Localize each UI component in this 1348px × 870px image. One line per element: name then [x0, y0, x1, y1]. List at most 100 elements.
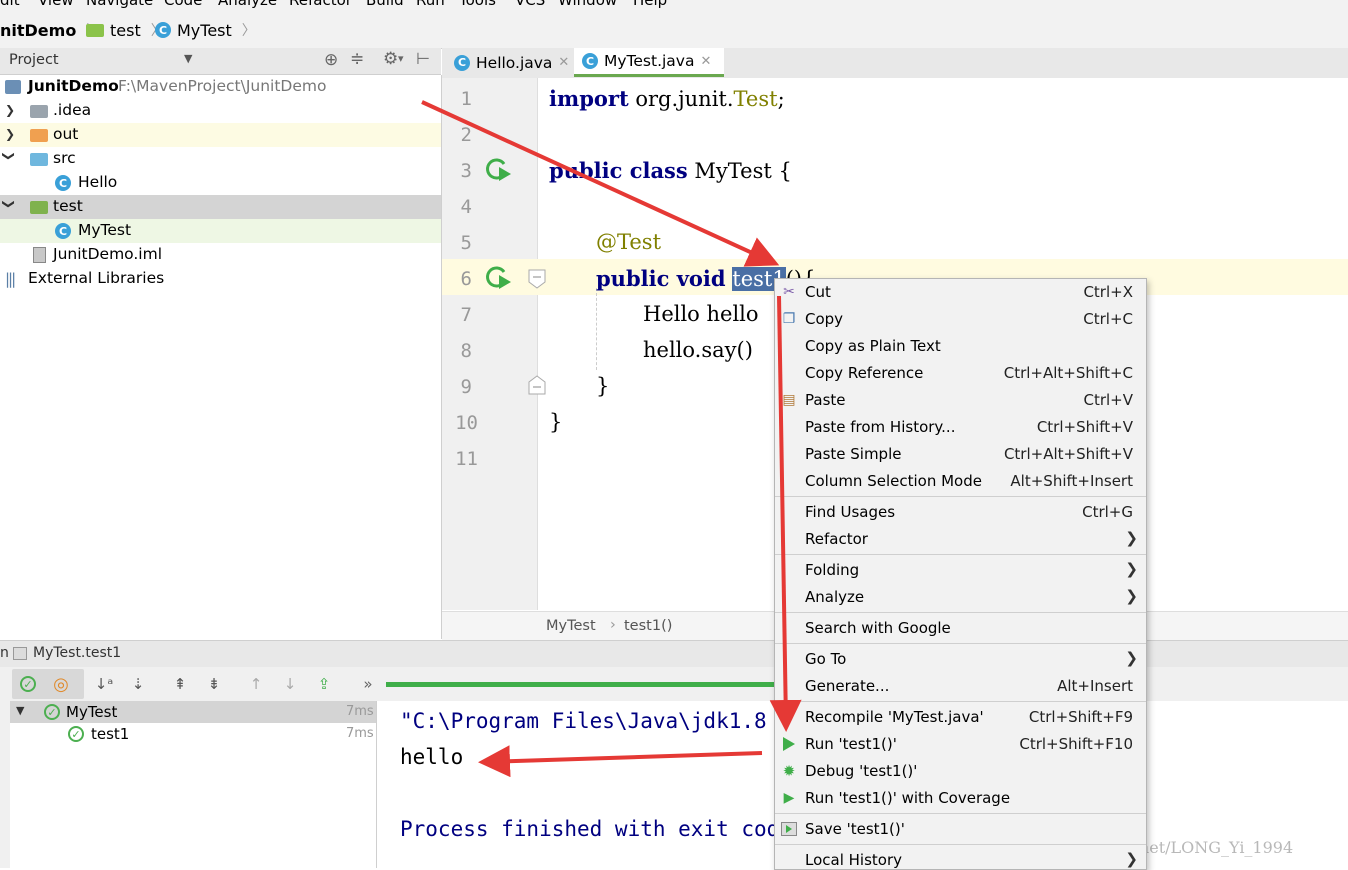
tree-item-out[interactable]: ❯ out [0, 123, 441, 147]
breadcrumb-method[interactable]: test1() [624, 618, 672, 634]
chevron-right-icon: › [610, 617, 616, 633]
expand-all-icon[interactable]: ⇞ [169, 673, 191, 695]
menu-item-shortcut: Ctrl+V [1083, 391, 1133, 409]
menu-item-copy-reference[interactable]: Copy Reference Ctrl+Alt+Shift+C [775, 360, 1146, 387]
code-annotation: @Test [596, 230, 662, 254]
show-ignored-icon[interactable]: ◎ [50, 673, 72, 695]
project-panel-title[interactable]: Project [9, 52, 59, 68]
tree-item-test[interactable]: ❯ test [0, 195, 441, 219]
nav-crumb-test[interactable]: test 〉 [86, 20, 165, 40]
tree-item-junitdemo[interactable]: JunitDemo F:\MavenProject\JunitDemo [0, 75, 441, 99]
nav-crumb-mytest[interactable]: C MyTest 〉 [155, 20, 256, 40]
gear-icon[interactable]: ⚙ [383, 49, 398, 69]
menu-item-local-history[interactable]: Local History ❯ [775, 847, 1146, 869]
navigation-bar: nitDemo 〉 test 〉 C MyTest 〉 [0, 12, 1348, 49]
locate-icon[interactable]: ⊕ [324, 50, 338, 70]
menu-item-shortcut: Alt+Insert [1057, 677, 1133, 695]
run-test-gutter-icon[interactable] [482, 264, 512, 292]
test-duration: 7ms [346, 704, 374, 719]
menu-run[interactable]: Run [416, 0, 445, 9]
arrow-up-icon[interactable]: ↑ [245, 673, 267, 695]
tab-label: Hello.java [476, 53, 553, 72]
menu-vcs[interactable]: VCS [515, 0, 545, 9]
close-icon[interactable]: ✕ [700, 54, 711, 69]
tree-item-iml[interactable]: JunitDemo.iml [0, 243, 441, 267]
code-keyword: import [549, 86, 629, 111]
menu-view[interactable]: View [38, 0, 74, 9]
menu-item-shortcut: Ctrl+G [1082, 503, 1133, 521]
fold-icon[interactable] [527, 268, 547, 290]
tree-row-test1[interactable]: ✓ test1 7ms [10, 723, 376, 745]
tree-item-external-libraries[interactable]: ||| External Libraries [0, 267, 441, 291]
menu-separator [775, 813, 1146, 814]
menu-analyze[interactable]: Analyze [218, 0, 277, 9]
menu-item-paste-simple[interactable]: Paste Simple Ctrl+Alt+Shift+V [775, 441, 1146, 468]
hide-panel-icon[interactable]: ⊢ [416, 49, 430, 68]
chevron-down-icon[interactable]: ❯ [2, 199, 16, 209]
run-test-gutter-icon[interactable] [482, 156, 512, 184]
chevron-down-icon[interactable]: ▾ [398, 52, 404, 65]
menu-item-save-test1[interactable]: Save 'test1()' [775, 816, 1146, 843]
arrow-down-icon[interactable]: ↓ [279, 673, 301, 695]
menu-refactor[interactable]: Refactor [289, 0, 352, 9]
project-tree: JunitDemo F:\MavenProject\JunitDemo ❯ .i… [0, 75, 442, 639]
menu-item-recompile[interactable]: Recompile 'MyTest.java' Ctrl+Shift+F9 [775, 704, 1146, 731]
menu-item-search-with-google[interactable]: Search with Google [775, 615, 1146, 642]
menu-item-paste[interactable]: ▤ Paste Ctrl+V [775, 387, 1146, 414]
menu-item-shortcut: Ctrl+Shift+V [1036, 418, 1133, 436]
menu-navigate[interactable]: Navigate [86, 0, 153, 9]
menu-item-column-selection-mode[interactable]: Column Selection Mode Alt+Shift+Insert [775, 468, 1146, 495]
chevron-down-icon[interactable]: ❯ [2, 151, 16, 161]
more-icon[interactable]: » [357, 673, 379, 695]
breadcrumb-class[interactable]: MyTest [546, 618, 596, 634]
menu-item-debug-test1[interactable]: ✹ Debug 'test1()' [775, 758, 1146, 785]
sort-by-duration-icon[interactable]: ⇣ [127, 673, 149, 695]
chevron-right-icon[interactable]: ❯ [5, 127, 15, 141]
fold-icon[interactable] [527, 374, 547, 396]
menu-item-label: Local History [805, 851, 903, 869]
menu-build[interactable]: Build [366, 0, 404, 9]
menu-edit[interactable]: dit [0, 0, 20, 9]
tree-item-src[interactable]: ❯ src [0, 147, 441, 171]
menu-item-generate[interactable]: Generate... Alt+Insert [775, 673, 1146, 700]
menu-code[interactable]: Code [164, 0, 202, 9]
menu-window[interactable]: Window [558, 0, 617, 9]
menu-item-label: Folding [805, 561, 860, 579]
menu-item-analyze[interactable]: Analyze ❯ [775, 584, 1146, 611]
folder-icon [30, 201, 48, 214]
chevron-down-icon[interactable]: ▼ [184, 52, 192, 65]
menu-item-run-with-coverage[interactable]: ▶ Run 'test1()' with Coverage [775, 785, 1146, 812]
tree-item-idea[interactable]: ❯ .idea [0, 99, 441, 123]
code-keyword: public void [596, 266, 726, 291]
menu-item-find-usages[interactable]: Find Usages Ctrl+G [775, 499, 1146, 526]
menu-item-run-test1[interactable]: Run 'test1()' Ctrl+Shift+F10 [775, 731, 1146, 758]
menu-item-folding[interactable]: Folding ❯ [775, 557, 1146, 584]
tree-item-hello[interactable]: C Hello [0, 171, 441, 195]
menu-bar: dit View Navigate Code Analyze Refactor … [0, 0, 1348, 12]
tab-mytest-java[interactable]: C MyTest.java ✕ [574, 48, 724, 77]
menu-tools[interactable]: Tools [459, 0, 496, 9]
menu-item-cut[interactable]: ✂ Cut Ctrl+X [775, 279, 1146, 306]
tree-item-label: out [53, 125, 79, 143]
show-passed-icon[interactable]: ✓ [17, 673, 39, 695]
line-number: 9 [460, 376, 472, 398]
export-icon[interactable]: ⇪ [313, 673, 335, 695]
collapse-all-icon[interactable]: ⇟ [203, 673, 225, 695]
sort-alphabetically-icon[interactable]: ↓ᵃ [93, 673, 115, 695]
menu-item-copy-plain-text[interactable]: Copy as Plain Text [775, 333, 1146, 360]
tree-row-mytest[interactable]: ▼ ✓ MyTest 7ms [10, 701, 376, 723]
menu-item-copy[interactable]: ❐ Copy Ctrl+C [775, 306, 1146, 333]
menu-item-refactor[interactable]: Refactor ❯ [775, 526, 1146, 553]
menu-item-label: Paste from History... [805, 418, 956, 436]
tab-hello-java[interactable]: C Hello.java ✕ [446, 48, 578, 77]
tree-item-mytest[interactable]: C MyTest [0, 219, 441, 243]
close-icon[interactable]: ✕ [558, 55, 569, 70]
console-line: "C:\Program Files\Java\jdk1.8 [400, 709, 767, 733]
collapse-all-icon[interactable]: ≑ [350, 49, 364, 69]
chevron-right-icon[interactable]: ❯ [5, 103, 15, 117]
run-tab-title[interactable]: MyTest.test1 [33, 645, 121, 661]
chevron-down-icon[interactable]: ▼ [16, 704, 24, 717]
menu-item-paste-from-history[interactable]: Paste from History... Ctrl+Shift+V [775, 414, 1146, 441]
menu-help[interactable]: Help [633, 0, 667, 9]
menu-item-go-to[interactable]: Go To ❯ [775, 646, 1146, 673]
